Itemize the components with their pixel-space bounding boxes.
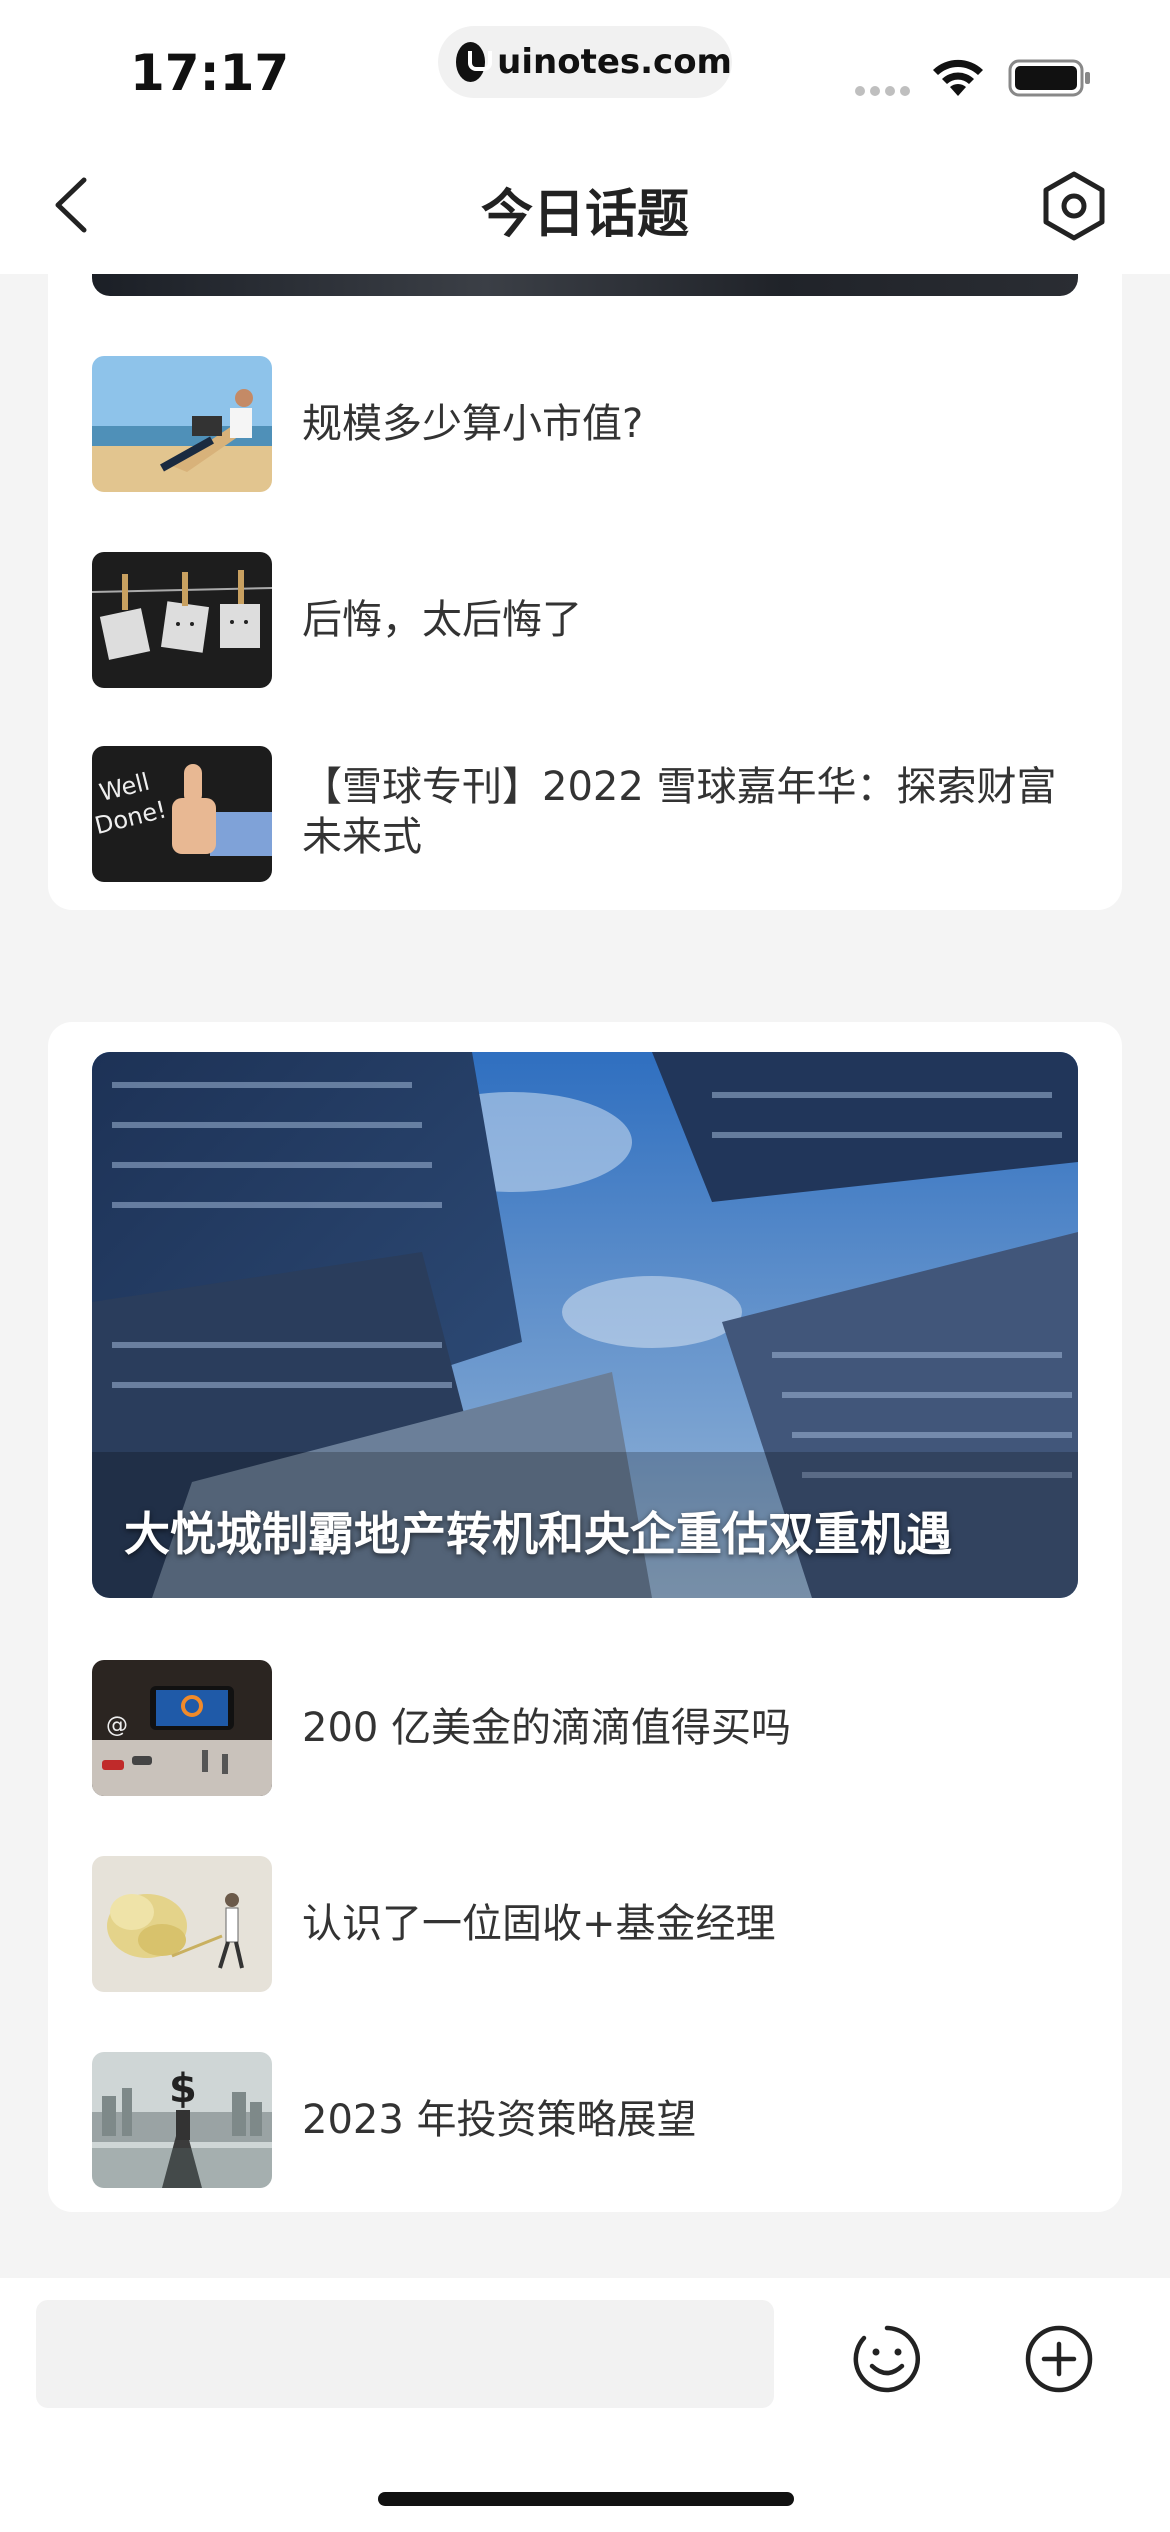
home-indicator xyxy=(378,2492,794,2506)
comment-input[interactable] xyxy=(36,2300,774,2408)
dollar-road-image: $ xyxy=(92,2052,272,2188)
topic-card-1: 规模多少算小市值? 后悔，太后悔了 Well Done! 【雪球专刊】2022 … xyxy=(48,274,1122,910)
topic-card-2: 大悦城制霸地产转机和央企重估双重机遇 @ 200 亿美金的滴滴值得买吗 认识了一… xyxy=(48,1022,1122,2212)
list-item[interactable]: $ 2023 年投资策略展望 xyxy=(92,2052,1078,2188)
list-item[interactable]: 认识了一位固收+基金经理 xyxy=(92,1856,1078,1992)
item-title: 2023 年投资策略展望 xyxy=(302,2097,697,2143)
hero-banner[interactable]: 大悦城制霸地产转机和央企重估双重机遇 xyxy=(92,1052,1078,1598)
sad-faces-image xyxy=(92,552,272,688)
url-text: uinotes.com xyxy=(497,42,732,82)
url-pill[interactable]: uinotes.com xyxy=(438,26,732,98)
settings-icon[interactable] xyxy=(1036,168,1112,244)
svg-text:$: $ xyxy=(169,2066,197,2112)
site-logo-icon xyxy=(456,42,493,82)
wifi-icon xyxy=(933,59,983,96)
hero-caption: 大悦城制霸地产转机和央企重估双重机遇 xyxy=(124,1507,952,1561)
money-cloud-image xyxy=(92,1856,272,1992)
page-title: 今日话题 xyxy=(480,185,689,245)
comment-bar xyxy=(0,2278,1170,2532)
well-done-thumbs-up-image: Well Done! xyxy=(92,746,272,882)
list-item[interactable]: 后悔，太后悔了 xyxy=(92,552,1078,688)
hero-image-partial xyxy=(92,274,1078,296)
list-item[interactable]: 规模多少算小市值? xyxy=(92,356,1078,492)
list-item[interactable]: @ 200 亿美金的滴滴值得买吗 xyxy=(92,1660,1078,1796)
item-title: 【雪球专刊】2022 雪球嘉年华：探索财富未来式 xyxy=(302,764,1057,860)
status-time: 17:17 xyxy=(130,44,290,102)
item-title: 认识了一位固收+基金经理 xyxy=(302,1901,776,1947)
list-item[interactable]: Well Done! 【雪球专刊】2022 雪球嘉年华：探索财富未来式 xyxy=(92,746,1078,882)
item-title: 后悔，太后悔了 xyxy=(302,597,582,643)
item-title: 规模多少算小市值? xyxy=(302,401,644,447)
nav-bar: 今日话题 xyxy=(0,140,1170,274)
beach-laptop-image xyxy=(92,356,272,492)
add-icon[interactable] xyxy=(1024,2324,1094,2394)
svg-text:@: @ xyxy=(106,1713,128,1738)
battery-icon xyxy=(1008,59,1090,97)
emoji-icon[interactable] xyxy=(852,2324,922,2394)
item-title: 200 亿美金的滴滴值得买吗 xyxy=(302,1705,792,1751)
didi-phone-image: @ xyxy=(92,1660,272,1796)
cellular-signal-icon xyxy=(855,86,910,96)
status-bar: 17:17 uinotes.com xyxy=(0,0,1170,140)
